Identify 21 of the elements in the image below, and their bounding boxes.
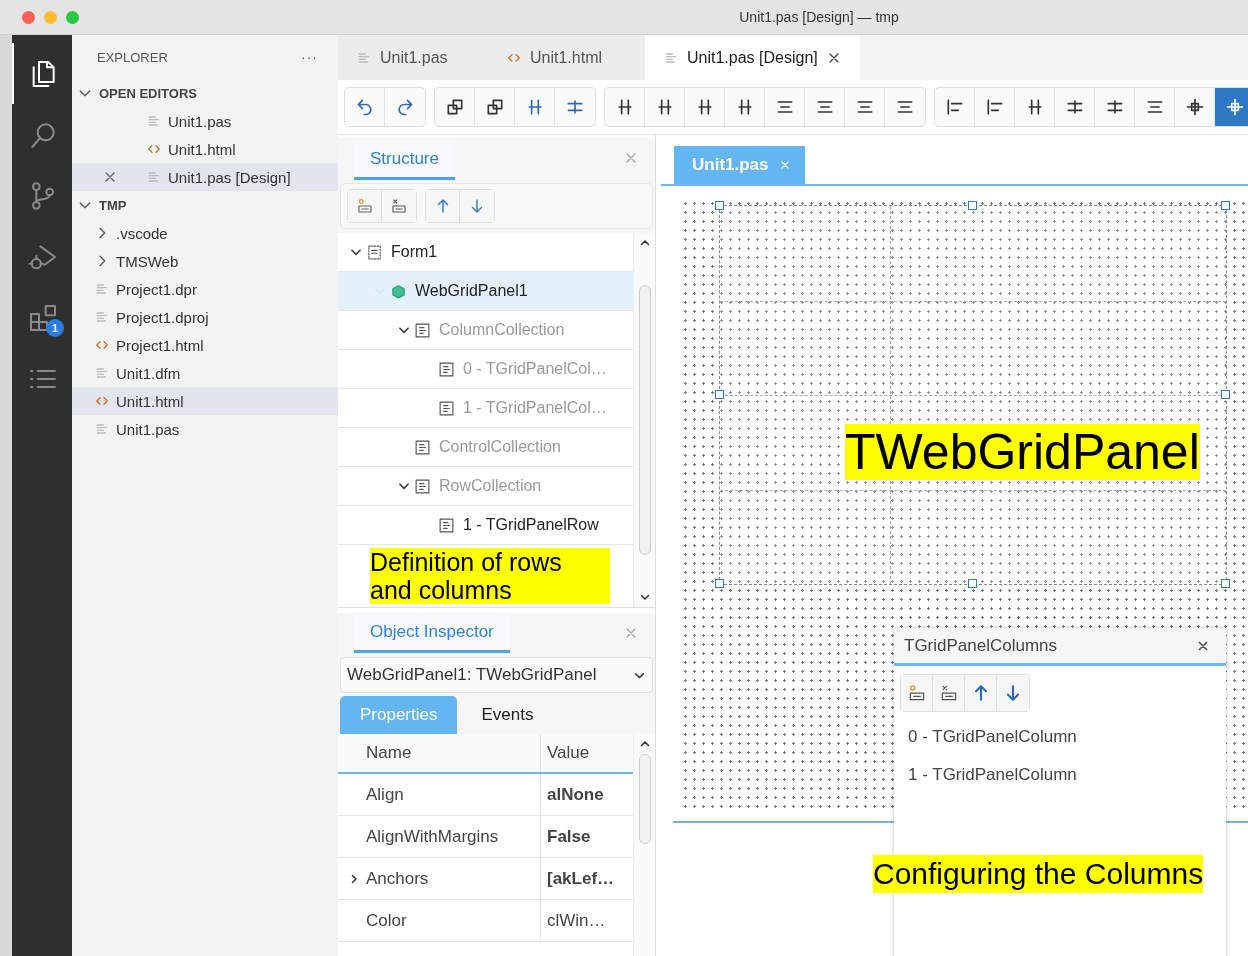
property-name: Align: [338, 774, 541, 815]
tree-item-label: Form1: [391, 243, 438, 261]
tree-item-label: 1 - TGridPanelCol…: [463, 399, 607, 417]
tree-item-label: ColumnCollection: [439, 321, 565, 339]
tree-item-label: 1 - TGridPanelRow: [463, 516, 599, 534]
column-header: Name: [338, 734, 541, 772]
tree-item-label: 0 - TGridPanelCol…: [463, 360, 607, 378]
panel-caption: TWebGridPanel: [845, 424, 1200, 480]
annotation-text: Configuring the Columns: [873, 855, 1204, 893]
property-name: AlignWithMargins: [338, 816, 541, 857]
window-title: Unit1.pas [Design] — tmp: [739, 9, 899, 25]
tree-item-label: RowCollection: [439, 477, 542, 495]
annotation-text: Definition of rows and columns: [370, 548, 610, 604]
property-name: Anchors: [338, 858, 541, 899]
explorer-title: EXPLORER: [97, 49, 168, 65]
property-name: Color: [338, 900, 541, 941]
notification-badge: 1: [46, 319, 64, 337]
tree-item-label: WebGridPanel1: [415, 282, 528, 300]
tree-item-label: ControlCollection: [439, 438, 561, 456]
dialog-title: TGridPanelColumns: [904, 635, 1058, 656]
column-header: Value: [546, 742, 591, 764]
